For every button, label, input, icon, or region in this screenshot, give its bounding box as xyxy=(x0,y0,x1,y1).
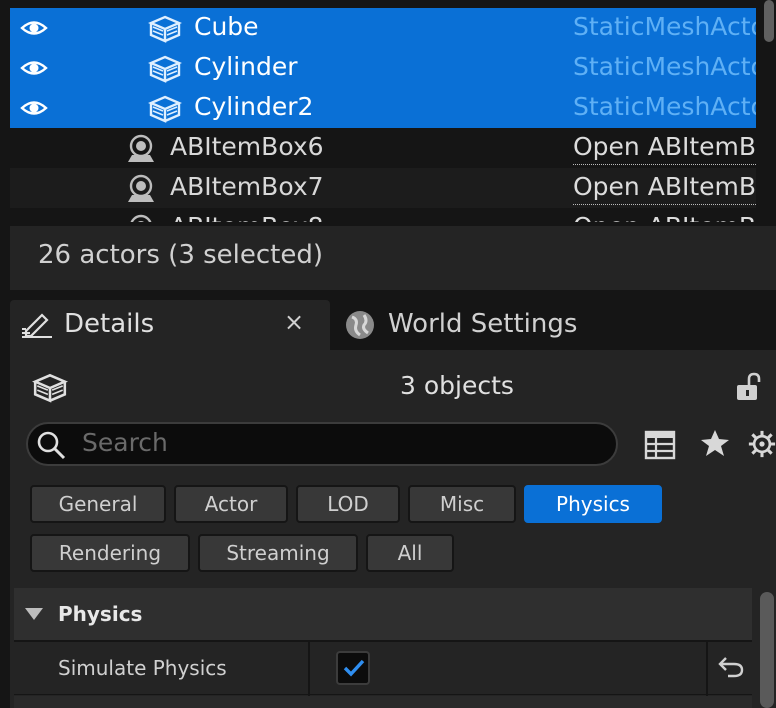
filter-rendering[interactable]: Rendering xyxy=(30,534,190,572)
filter-general[interactable]: General xyxy=(30,485,166,523)
static-mesh-icon xyxy=(32,373,68,403)
outliner-row-abitembox7[interactable]: ABItemBox7 Open ABItemBox xyxy=(10,168,756,208)
open-blueprint-link[interactable]: Open ABItemBox xyxy=(573,212,756,222)
actor-name: ABItemBox7 xyxy=(170,172,324,201)
filter-physics[interactable]: Physics xyxy=(524,485,662,523)
blueprint-actor-icon xyxy=(128,174,154,202)
star-icon[interactable] xyxy=(700,428,730,458)
actor-count-status: 26 actors (3 selected) xyxy=(38,240,324,270)
actor-name: Cylinder xyxy=(194,52,298,81)
outliner-row-abitembox8[interactable]: ABItemBox8 Open ABItemBox xyxy=(10,208,756,222)
search-placeholder: Search xyxy=(82,428,168,457)
globe-icon xyxy=(346,311,374,339)
static-mesh-icon xyxy=(148,15,182,43)
visibility-eye-icon[interactable] xyxy=(20,96,48,120)
search-icon xyxy=(37,431,66,460)
actor-name: ABItemBox8 xyxy=(170,212,324,222)
visibility-eye-icon[interactable] xyxy=(20,16,48,40)
open-blueprint-link[interactable]: Open ABItemBox xyxy=(573,172,756,205)
details-scrollbar[interactable] xyxy=(760,592,774,708)
outliner-row-cube[interactable]: Cube StaticMeshActor xyxy=(10,8,756,48)
static-mesh-icon xyxy=(148,55,182,83)
blueprint-actor-icon xyxy=(128,134,154,162)
actor-name: ABItemBox6 xyxy=(170,132,324,161)
property-matrix-icon[interactable] xyxy=(644,430,676,460)
outliner-row-cylinder2[interactable]: Cylinder2 StaticMeshActor xyxy=(10,88,756,128)
filter-streaming[interactable]: Streaming xyxy=(198,534,358,572)
close-icon[interactable]: × xyxy=(284,308,304,336)
filter-lod[interactable]: LOD xyxy=(296,485,400,523)
outliner-row-cylinder[interactable]: Cylinder StaticMeshActor xyxy=(10,48,756,88)
filter-all[interactable]: All xyxy=(366,534,454,572)
reset-to-default-icon[interactable] xyxy=(718,656,744,678)
collapse-triangle-icon[interactable] xyxy=(24,607,44,621)
section-title: Physics xyxy=(58,602,143,626)
visibility-eye-icon[interactable] xyxy=(20,56,48,80)
actor-name: Cylinder2 xyxy=(194,92,314,121)
actor-type: StaticMeshActor xyxy=(573,12,756,41)
simulate-physics-checkbox[interactable] xyxy=(336,651,370,685)
actor-name: Cube xyxy=(194,12,259,41)
outliner-scrollbar[interactable] xyxy=(764,0,774,42)
filter-misc[interactable]: Misc xyxy=(408,485,516,523)
gear-icon[interactable] xyxy=(748,428,776,460)
static-mesh-icon xyxy=(148,95,182,123)
blueprint-actor-icon xyxy=(130,214,152,222)
outliner-row-abitembox6[interactable]: ABItemBox6 Open ABItemBox xyxy=(10,128,756,168)
checkmark-icon xyxy=(343,659,365,677)
filter-actor[interactable]: Actor xyxy=(174,485,288,523)
tab-details-label: Details xyxy=(64,309,155,339)
tab-details[interactable] xyxy=(10,300,330,350)
open-blueprint-link[interactable]: Open ABItemBox xyxy=(573,132,756,165)
selected-objects-count: 3 objects xyxy=(400,371,514,400)
world-outliner: Cube StaticMeshActor Cylinder StaticMesh… xyxy=(0,0,776,222)
actor-type: StaticMeshActor xyxy=(573,52,756,81)
details-edit-icon xyxy=(22,313,52,338)
unlock-icon[interactable] xyxy=(734,372,762,402)
tab-world-settings[interactable]: World Settings xyxy=(388,309,577,339)
property-row xyxy=(14,696,752,708)
property-label: Simulate Physics xyxy=(58,656,227,680)
actor-type: StaticMeshActor xyxy=(573,92,756,121)
